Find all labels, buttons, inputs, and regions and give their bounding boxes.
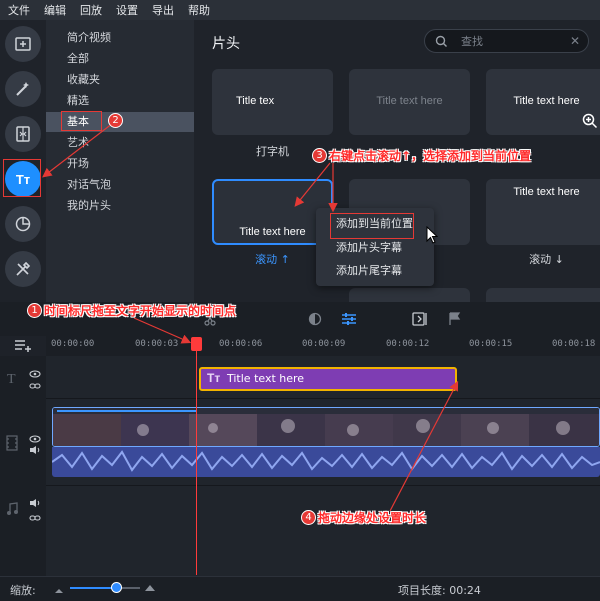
zoom-in-icon[interactable] — [144, 582, 156, 595]
export-clip-icon[interactable] — [412, 312, 428, 329]
ruler-tick: 00:00:03 — [135, 339, 179, 349]
thumb-label-scroll-up: 滚动 ↑ — [255, 253, 290, 266]
title-thumb-scroll-up[interactable]: Title text here — [212, 179, 333, 245]
import-media-icon[interactable] — [5, 26, 41, 62]
ruler-tick: 00:00:15 — [469, 339, 513, 349]
section-title: 片头 — [212, 36, 240, 52]
marker-flag-icon[interactable] — [448, 312, 462, 329]
playhead-line — [196, 337, 197, 575]
ruler-tick: 00:00:06 — [219, 339, 263, 349]
zoom-slider-handle[interactable] — [111, 582, 122, 593]
video-track-icon — [6, 435, 18, 454]
title-thumb-typewriter[interactable]: Title tex — [212, 69, 333, 135]
menu-help[interactable]: 帮助 — [188, 2, 210, 18]
transitions-icon[interactable] — [5, 116, 41, 152]
video-clip[interactable] — [52, 407, 600, 447]
title-thumb-scroll-down[interactable]: Title text here — [486, 179, 600, 245]
annotation-2-number: 2 — [108, 113, 123, 128]
zoom-label: 缩放: — [10, 584, 36, 597]
annotation-3-number: 3 — [312, 148, 327, 163]
thumb-text: Title text here — [513, 95, 580, 107]
ruler-tick: 00:00:12 — [386, 339, 430, 349]
title-track-link-icon[interactable] — [29, 380, 41, 393]
title-clip-label: Title text here — [227, 372, 305, 385]
category-speech-bubble[interactable]: 对话气泡 — [46, 175, 194, 195]
category-art[interactable]: 艺术 — [46, 133, 194, 153]
thumb-text: Title text here — [239, 226, 306, 238]
zoom-out-icon[interactable] — [54, 584, 64, 597]
music-track-link-icon[interactable] — [29, 512, 41, 525]
music-track-volume-icon[interactable] — [29, 498, 41, 511]
title-track-icon: T — [7, 372, 16, 387]
search-box[interactable]: ✕ — [424, 29, 589, 53]
annotation-1-text: 时间标尺拖至文字开始显示的时间点 — [44, 304, 237, 318]
annotation-3: 3 右键点击滚动↑，选择添加到当前位置 — [312, 147, 531, 164]
zoom-preview-icon[interactable] — [582, 113, 598, 132]
clip-properties-icon[interactable] — [341, 312, 357, 329]
menu-playback[interactable]: 回放 — [80, 2, 102, 18]
title-thumb-2[interactable]: Title text here — [349, 69, 470, 135]
music-track-icon — [6, 502, 18, 519]
annotation-4-number: 4 — [301, 510, 316, 525]
category-favorites[interactable]: 收藏夹 — [46, 70, 194, 90]
category-intro-video[interactable]: 简介视频 — [46, 28, 194, 48]
add-track-icon[interactable] — [14, 338, 32, 355]
thumb-text: Title tex — [236, 95, 275, 107]
category-featured[interactable]: 精选 — [46, 91, 194, 111]
ctx-add-closing-credits[interactable]: 添加片尾字幕 — [316, 260, 434, 282]
title-thumb-8[interactable] — [486, 288, 600, 302]
thumb-text: Title text here — [513, 186, 580, 198]
ruler-tick: 00:00:18 — [552, 339, 596, 349]
track-divider — [46, 485, 600, 486]
color-adjust-icon[interactable] — [308, 312, 322, 329]
video-track-volume-icon[interactable] — [29, 445, 41, 458]
playhead-handle[interactable] — [191, 337, 202, 351]
zoom-slider-fill — [70, 587, 116, 589]
ruler-tick: 00:00:09 — [302, 339, 346, 349]
ruler-tick: 00:00:00 — [51, 339, 95, 349]
magic-wand-icon[interactable] — [5, 71, 41, 107]
menu-file[interactable]: 文件 — [8, 2, 30, 18]
titles-tool-highlight — [3, 159, 41, 197]
thumb-text: Title text here — [376, 95, 443, 107]
annotation-3-text: 右键点击滚动↑，选择添加到当前位置 — [329, 149, 532, 163]
category-my-titles[interactable]: 我的片头 — [46, 196, 194, 216]
ctx-add-opening-credits[interactable]: 添加片头字幕 — [316, 237, 434, 259]
mouse-cursor-icon — [426, 225, 439, 247]
audio-waveform-clip[interactable] — [52, 447, 600, 477]
tools-icon[interactable] — [5, 251, 41, 287]
track-divider — [46, 398, 600, 399]
stickers-icon[interactable] — [5, 206, 41, 242]
annotation-4-text: 拖动边缘处设置时长 — [318, 511, 427, 525]
video-filmstrip — [53, 408, 599, 446]
search-icon — [435, 35, 448, 51]
thumb-label-scroll-down: 滚动 ↓ — [529, 253, 564, 266]
annotation-2: 2 — [108, 113, 125, 128]
annotation-1-number: 1 — [27, 303, 42, 318]
menu-export[interactable]: 导出 — [152, 2, 174, 18]
menubar: 文件 编辑 回放 设置 导出 帮助 — [0, 0, 600, 20]
menu-edit[interactable]: 编辑 — [44, 2, 66, 18]
menu-settings[interactable]: 设置 — [116, 2, 138, 18]
category-highlight — [61, 111, 102, 131]
project-length: 项目长度: 00:24 — [398, 584, 481, 597]
title-thumb-7[interactable] — [349, 288, 470, 302]
search-input[interactable] — [461, 33, 561, 49]
category-opening[interactable]: 开场 — [46, 154, 194, 174]
ctx-highlight — [330, 213, 414, 239]
clear-search-icon[interactable]: ✕ — [570, 34, 580, 48]
annotation-1: 1 时间标尺拖至文字开始显示的时间点 — [27, 302, 236, 319]
audio-waveform — [52, 450, 600, 472]
title-clip-icon: Tт — [207, 371, 221, 385]
annotation-4: 4 拖动边缘处设置时长 — [301, 509, 426, 526]
category-all[interactable]: 全部 — [46, 49, 194, 69]
title-clip[interactable]: Tт Title text here — [199, 367, 457, 391]
